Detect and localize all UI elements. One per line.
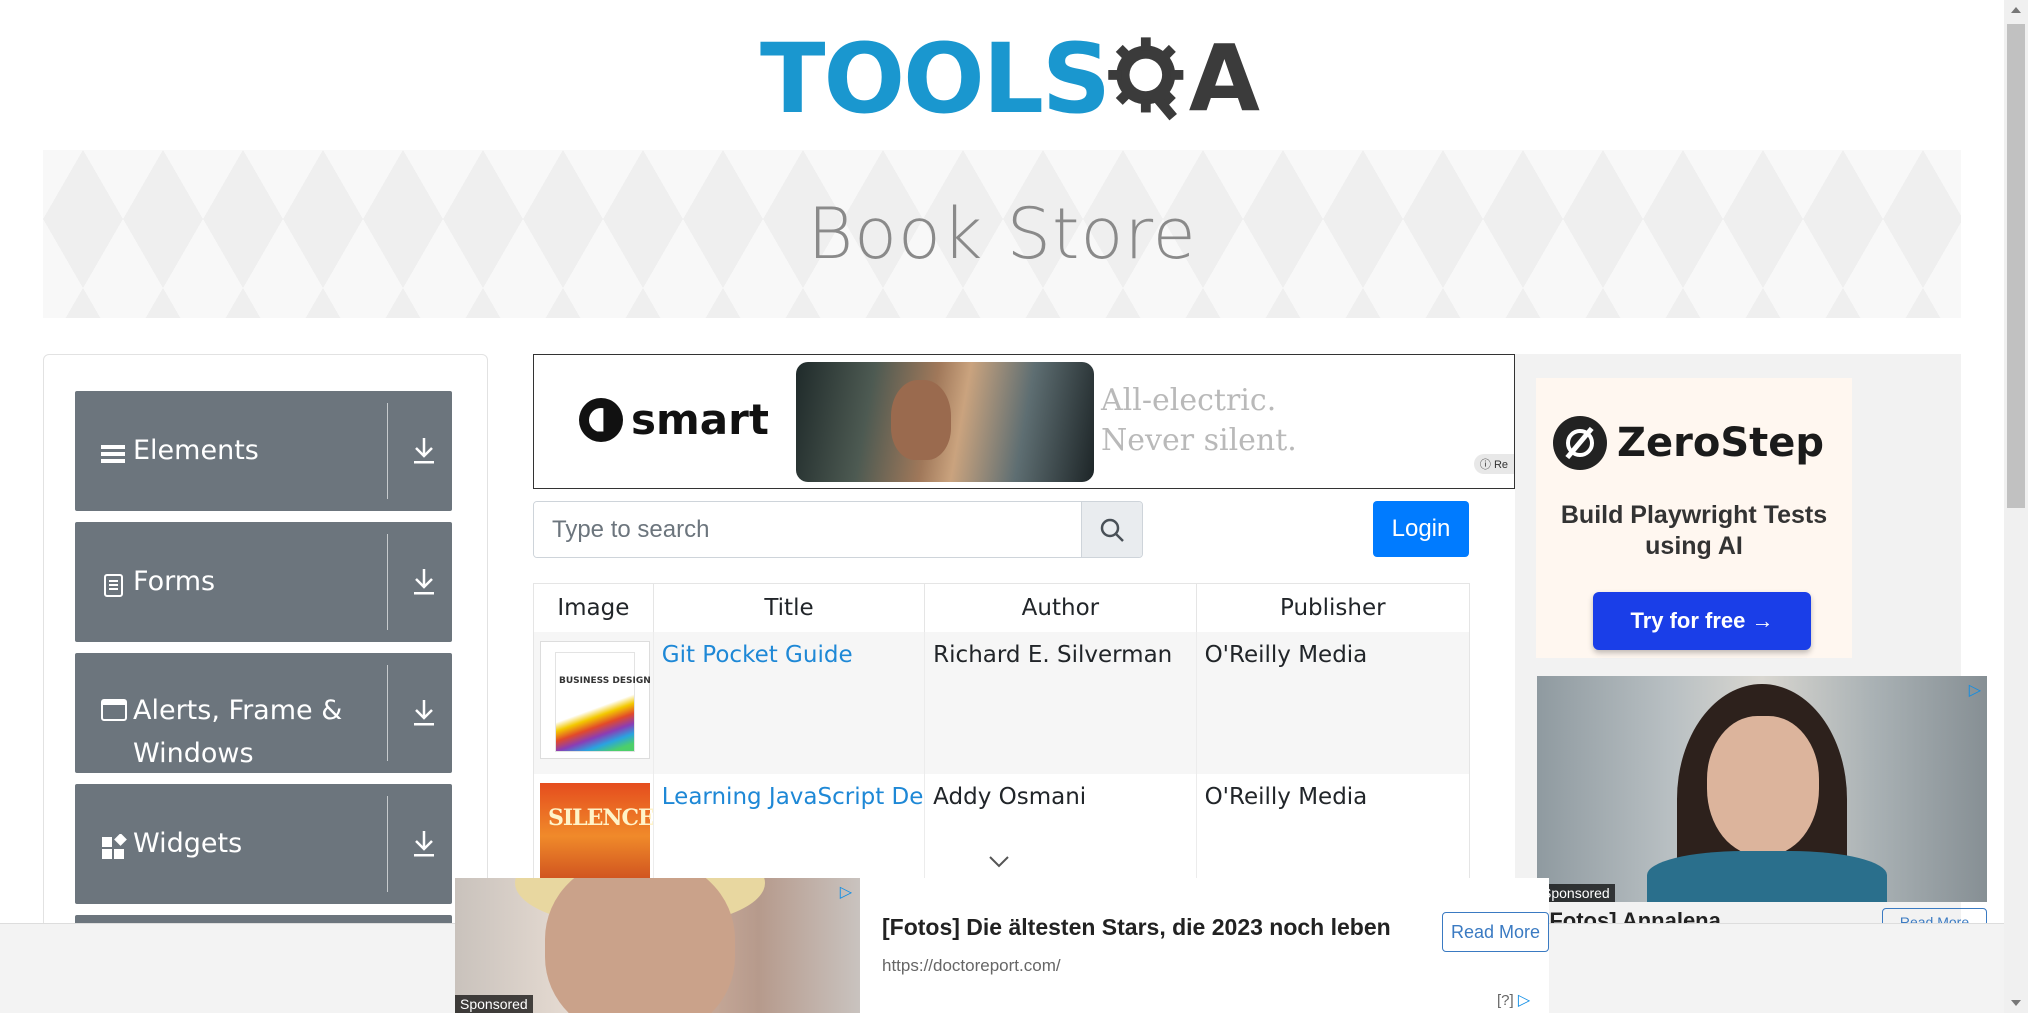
try-for-free-button[interactable]: Try for free → [1593,592,1811,650]
search-button[interactable] [1081,502,1142,557]
table-header: Image Title Author Publisher [534,584,1469,632]
hamburger-icon [101,445,125,463]
sidebar-group-alerts[interactable]: Alerts, Frame & Windows [75,653,452,773]
document-icon [104,574,123,597]
book-cover: BUSINESS DESIGN [540,641,651,759]
ad-image [796,362,1094,482]
adchoices-icon: ▷ [1517,992,1531,1009]
ad-image: ▷ Sponsored [455,878,860,1013]
book-title-link[interactable]: Git Pocket Guide [662,642,853,668]
ad-brand: ZeroStep [1617,420,1825,466]
ad-title[interactable]: [Fotos] Die ältesten Stars, die 2023 noc… [882,914,1391,941]
login-button[interactable]: Login [1373,501,1469,557]
divider [387,665,388,761]
logo-text-tools: TOOLS [760,23,1111,135]
adchoices-icon[interactable]: ▷ [1969,680,1981,700]
column-header-image[interactable]: Image [534,584,654,632]
table-cell-title: Git Pocket Guide [654,632,926,774]
zerostep-logo: ZeroStep [1553,416,1824,470]
book-cover-text: BUSINESS DESIGN [559,676,651,686]
ad-headline: Build Playwright Tests using AI [1560,501,1828,560]
image-face [1707,716,1819,856]
column-header-title[interactable]: Title [654,584,926,632]
scrollbar-thumb[interactable] [2007,24,2025,508]
sidebar-group-label: Alerts, Frame & Windows [133,695,343,769]
smart-mark-icon [579,397,623,442]
gear-magnifier-icon [1108,37,1184,121]
ad-image-person [891,380,951,460]
download-arrow-icon[interactable] [411,828,437,858]
sidebar-group-forms[interactable]: Forms [75,522,452,642]
divider [387,534,388,630]
sponsored-label: Sponsored [455,995,533,1013]
ad-tagline-line2: Never silent. [1101,423,1297,458]
ad-tagline: All-electric. Never silent. [1101,381,1297,461]
table-cell-publisher: O'Reilly Media [1204,642,1368,668]
sidebar-group-label: Widgets [133,828,243,859]
divider [387,796,388,892]
book-cover-art [555,652,635,752]
download-arrow-icon[interactable] [411,435,437,465]
bottom-advertisement[interactable]: ▷ Sponsored [Fotos] Die ältesten Stars, … [455,878,1549,1013]
ad-help[interactable]: [?] ▷ [1497,990,1530,1010]
download-arrow-icon[interactable] [411,566,437,596]
sidebar-group-elements[interactable]: Elements [75,391,452,511]
image-coat [1647,851,1887,902]
ad-info-text: Re [1493,459,1508,471]
scroll-down-arrow-icon[interactable] [2004,993,2028,1013]
window-icon [101,699,127,721]
divider [387,403,388,499]
book-title-link[interactable]: Learning JavaScript Design Patterns [662,784,924,810]
chevron-down-icon[interactable] [988,855,1010,869]
ad-help-text: [?] [1497,992,1514,1009]
column-header-author[interactable]: Author [925,584,1197,632]
table-cell-image: BUSINESS DESIGN [534,632,654,774]
table-cell-author: Richard E. Silverman [925,632,1197,774]
read-more-button[interactable]: Read More [1442,912,1549,952]
zerostep-ad[interactable]: ZeroStep Build Playwright Tests using AI… [1536,378,1852,658]
top-advertisement[interactable]: smart All-electric. Never silent. ⓘ Re [533,354,1515,489]
ad-url[interactable]: https://doctoreport.com/ [882,956,1061,976]
column-header-publisher[interactable]: Publisher [1197,584,1469,632]
table-row: BUSINESS DESIGN Git Pocket Guide Richard… [534,632,1469,774]
scroll-up-arrow-icon[interactable] [2004,0,2028,20]
search-icon [1100,518,1124,542]
image-face [545,878,735,1013]
book-cover-text: SILENCE [548,805,654,831]
sidebar-group-widgets[interactable]: Widgets [75,784,452,904]
adchoices-icon[interactable]: ▷ [840,882,852,902]
smart-logo: smart [579,395,769,444]
search-box [533,501,1143,558]
sponsored-image[interactable]: ▷ Sponsored [1537,676,1987,902]
ad-info-badge[interactable]: ⓘ Re [1473,454,1514,474]
ad-tagline-line1: All-electric. [1101,383,1277,418]
zerostep-mark-icon [1553,416,1607,470]
logo-text-a: A [1188,25,1260,132]
sidebar-group-label: Forms [133,566,216,597]
download-arrow-icon[interactable] [411,697,437,727]
sidebar-accordion: Elements Forms Alerts, Frame & Windows W… [43,354,488,1013]
sidebar-group-label: Elements [133,435,259,466]
page-title: Book Store [807,193,1197,275]
page-banner: Book Store [43,150,1961,318]
ad-brand: smart [631,395,769,444]
widgets-icon [102,834,127,859]
site-logo[interactable]: TOOLS A [760,20,1260,138]
search-input[interactable] [534,502,1081,557]
